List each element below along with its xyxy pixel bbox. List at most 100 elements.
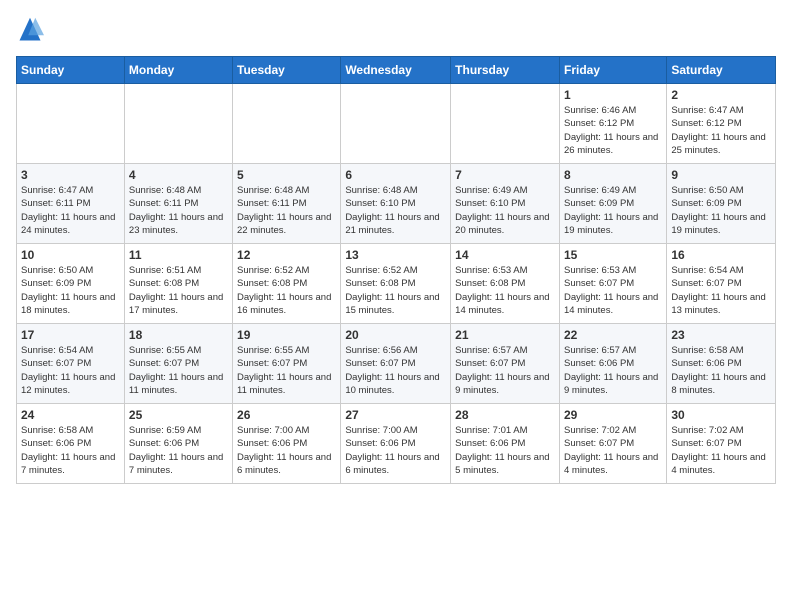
day-cell: 13 Sunrise: 6:52 AM Sunset: 6:08 PM Dayli… — [341, 244, 451, 324]
weekday-header-wednesday: Wednesday — [341, 57, 451, 84]
day-cell: 21 Sunrise: 6:57 AM Sunset: 6:07 PM Dayli… — [451, 324, 560, 404]
day-number: 19 — [237, 328, 336, 342]
week-row-1: 1 Sunrise: 6:46 AM Sunset: 6:12 PM Daylig… — [17, 84, 776, 164]
day-info: Sunrise: 6:55 AM Sunset: 6:07 PM Dayligh… — [237, 344, 336, 397]
day-cell: 22Sunrise: 6:57 AM Sunset: 6:06 PM Dayli… — [559, 324, 666, 404]
day-cell: 28Sunrise: 7:01 AM Sunset: 6:06 PM Dayli… — [451, 404, 560, 484]
day-number: 8 — [564, 168, 662, 182]
day-number: 25 — [129, 408, 228, 422]
page-header — [16, 16, 776, 44]
day-number: 27 — [345, 408, 446, 422]
day-cell: 3 Sunrise: 6:47 AM Sunset: 6:11 PM Daylig… — [17, 164, 125, 244]
day-cell: 4 Sunrise: 6:48 AM Sunset: 6:11 PM Daylig… — [124, 164, 232, 244]
day-info: Sunrise: 7:02 AM Sunset: 6:07 PM Dayligh… — [671, 424, 771, 477]
day-number: 6 — [345, 168, 446, 182]
day-info: Sunrise: 6:52 AM Sunset: 6:08 PM Dayligh… — [345, 264, 446, 317]
day-number: 11 — [129, 248, 228, 262]
day-info: Sunrise: 6:48 AM Sunset: 6:11 PM Dayligh… — [237, 184, 336, 237]
day-info: Sunrise: 6:53 AM Sunset: 6:07 PM Dayligh… — [564, 264, 662, 317]
day-info: Sunrise: 6:47 AM Sunset: 6:11 PM Dayligh… — [21, 184, 120, 237]
day-cell: 10 Sunrise: 6:50 AM Sunset: 6:09 PM Dayli… — [17, 244, 125, 324]
day-number: 1 — [564, 88, 662, 102]
day-cell: 9 Sunrise: 6:50 AM Sunset: 6:09 PM Daylig… — [667, 164, 776, 244]
day-number: 29 — [564, 408, 662, 422]
day-cell: 24 Sunrise: 6:58 AM Sunset: 6:06 PM Dayli… — [17, 404, 125, 484]
day-number: 16 — [671, 248, 771, 262]
weekday-header-friday: Friday — [559, 57, 666, 84]
day-info: Sunrise: 6:55 AM Sunset: 6:07 PM Dayligh… — [129, 344, 228, 397]
day-info: Sunrise: 7:01 AM Sunset: 6:06 PM Dayligh… — [455, 424, 555, 477]
logo — [16, 16, 48, 44]
day-info: Sunrise: 6:48 AM Sunset: 6:10 PM Dayligh… — [345, 184, 446, 237]
day-cell — [124, 84, 232, 164]
day-cell: 15Sunrise: 6:53 AM Sunset: 6:07 PM Dayli… — [559, 244, 666, 324]
weekday-header-sunday: Sunday — [17, 57, 125, 84]
day-cell: 6 Sunrise: 6:48 AM Sunset: 6:10 PM Daylig… — [341, 164, 451, 244]
day-info: Sunrise: 6:57 AM Sunset: 6:07 PM Dayligh… — [455, 344, 555, 397]
day-number: 26 — [237, 408, 336, 422]
day-number: 10 — [21, 248, 120, 262]
day-cell: 7Sunrise: 6:49 AM Sunset: 6:10 PM Daylig… — [451, 164, 560, 244]
day-number: 4 — [129, 168, 228, 182]
day-number: 14 — [455, 248, 555, 262]
day-cell: 27Sunrise: 7:00 AM Sunset: 6:06 PM Dayli… — [341, 404, 451, 484]
day-number: 17 — [21, 328, 120, 342]
week-row-2: 3 Sunrise: 6:47 AM Sunset: 6:11 PM Daylig… — [17, 164, 776, 244]
day-number: 12 — [237, 248, 336, 262]
day-cell: 17 Sunrise: 6:54 AM Sunset: 6:07 PM Dayli… — [17, 324, 125, 404]
day-number: 9 — [671, 168, 771, 182]
day-cell: 19 Sunrise: 6:55 AM Sunset: 6:07 PM Dayli… — [233, 324, 341, 404]
day-cell: 26Sunrise: 7:00 AM Sunset: 6:06 PM Dayli… — [233, 404, 341, 484]
day-number: 2 — [671, 88, 771, 102]
day-cell: 14 Sunrise: 6:53 AM Sunset: 6:08 PM Dayli… — [451, 244, 560, 324]
day-number: 5 — [237, 168, 336, 182]
day-info: Sunrise: 6:58 AM Sunset: 6:06 PM Dayligh… — [21, 424, 120, 477]
weekday-header-tuesday: Tuesday — [233, 57, 341, 84]
day-number: 3 — [21, 168, 120, 182]
day-number: 20 — [345, 328, 446, 342]
day-cell: 23 Sunrise: 6:58 AM Sunset: 6:06 PM Dayli… — [667, 324, 776, 404]
day-info: Sunrise: 6:58 AM Sunset: 6:06 PM Dayligh… — [671, 344, 771, 397]
day-info: Sunrise: 6:52 AM Sunset: 6:08 PM Dayligh… — [237, 264, 336, 317]
day-info: Sunrise: 6:50 AM Sunset: 6:09 PM Dayligh… — [21, 264, 120, 317]
day-number: 21 — [455, 328, 555, 342]
day-cell — [233, 84, 341, 164]
day-number: 22 — [564, 328, 662, 342]
weekday-header-monday: Monday — [124, 57, 232, 84]
day-info: Sunrise: 6:50 AM Sunset: 6:09 PM Dayligh… — [671, 184, 771, 237]
day-info: Sunrise: 6:54 AM Sunset: 6:07 PM Dayligh… — [671, 264, 771, 317]
day-info: Sunrise: 6:56 AM Sunset: 6:07 PM Dayligh… — [345, 344, 446, 397]
day-cell: 18 Sunrise: 6:55 AM Sunset: 6:07 PM Dayli… — [124, 324, 232, 404]
day-number: 13 — [345, 248, 446, 262]
day-cell: 25 Sunrise: 6:59 AM Sunset: 6:06 PM Dayli… — [124, 404, 232, 484]
day-info: Sunrise: 6:46 AM Sunset: 6:12 PM Dayligh… — [564, 104, 662, 157]
day-cell: 16 Sunrise: 6:54 AM Sunset: 6:07 PM Dayli… — [667, 244, 776, 324]
week-row-3: 10 Sunrise: 6:50 AM Sunset: 6:09 PM Dayli… — [17, 244, 776, 324]
day-number: 30 — [671, 408, 771, 422]
calendar-table: SundayMondayTuesdayWednesdayThursdayFrid… — [16, 56, 776, 484]
day-info: Sunrise: 7:02 AM Sunset: 6:07 PM Dayligh… — [564, 424, 662, 477]
day-info: Sunrise: 6:59 AM Sunset: 6:06 PM Dayligh… — [129, 424, 228, 477]
week-row-5: 24 Sunrise: 6:58 AM Sunset: 6:06 PM Dayli… — [17, 404, 776, 484]
day-cell — [451, 84, 560, 164]
day-number: 23 — [671, 328, 771, 342]
day-cell: 1 Sunrise: 6:46 AM Sunset: 6:12 PM Daylig… — [559, 84, 666, 164]
day-info: Sunrise: 6:53 AM Sunset: 6:08 PM Dayligh… — [455, 264, 555, 317]
day-info: Sunrise: 6:54 AM Sunset: 6:07 PM Dayligh… — [21, 344, 120, 397]
day-number: 24 — [21, 408, 120, 422]
day-cell: 30 Sunrise: 7:02 AM Sunset: 6:07 PM Dayli… — [667, 404, 776, 484]
day-cell: 5 Sunrise: 6:48 AM Sunset: 6:11 PM Daylig… — [233, 164, 341, 244]
day-info: Sunrise: 6:49 AM Sunset: 6:09 PM Dayligh… — [564, 184, 662, 237]
day-cell: 20 Sunrise: 6:56 AM Sunset: 6:07 PM Dayli… — [341, 324, 451, 404]
week-row-4: 17 Sunrise: 6:54 AM Sunset: 6:07 PM Dayli… — [17, 324, 776, 404]
day-cell: 29 Sunrise: 7:02 AM Sunset: 6:07 PM Dayli… — [559, 404, 666, 484]
day-info: Sunrise: 6:47 AM Sunset: 6:12 PM Dayligh… — [671, 104, 771, 157]
day-cell — [341, 84, 451, 164]
day-info: Sunrise: 6:48 AM Sunset: 6:11 PM Dayligh… — [129, 184, 228, 237]
weekday-header-saturday: Saturday — [667, 57, 776, 84]
day-cell: 2 Sunrise: 6:47 AM Sunset: 6:12 PM Daylig… — [667, 84, 776, 164]
day-cell: 8 Sunrise: 6:49 AM Sunset: 6:09 PM Daylig… — [559, 164, 666, 244]
day-cell: 12 Sunrise: 6:52 AM Sunset: 6:08 PM Dayli… — [233, 244, 341, 324]
day-number: 7 — [455, 168, 555, 182]
day-number: 18 — [129, 328, 228, 342]
